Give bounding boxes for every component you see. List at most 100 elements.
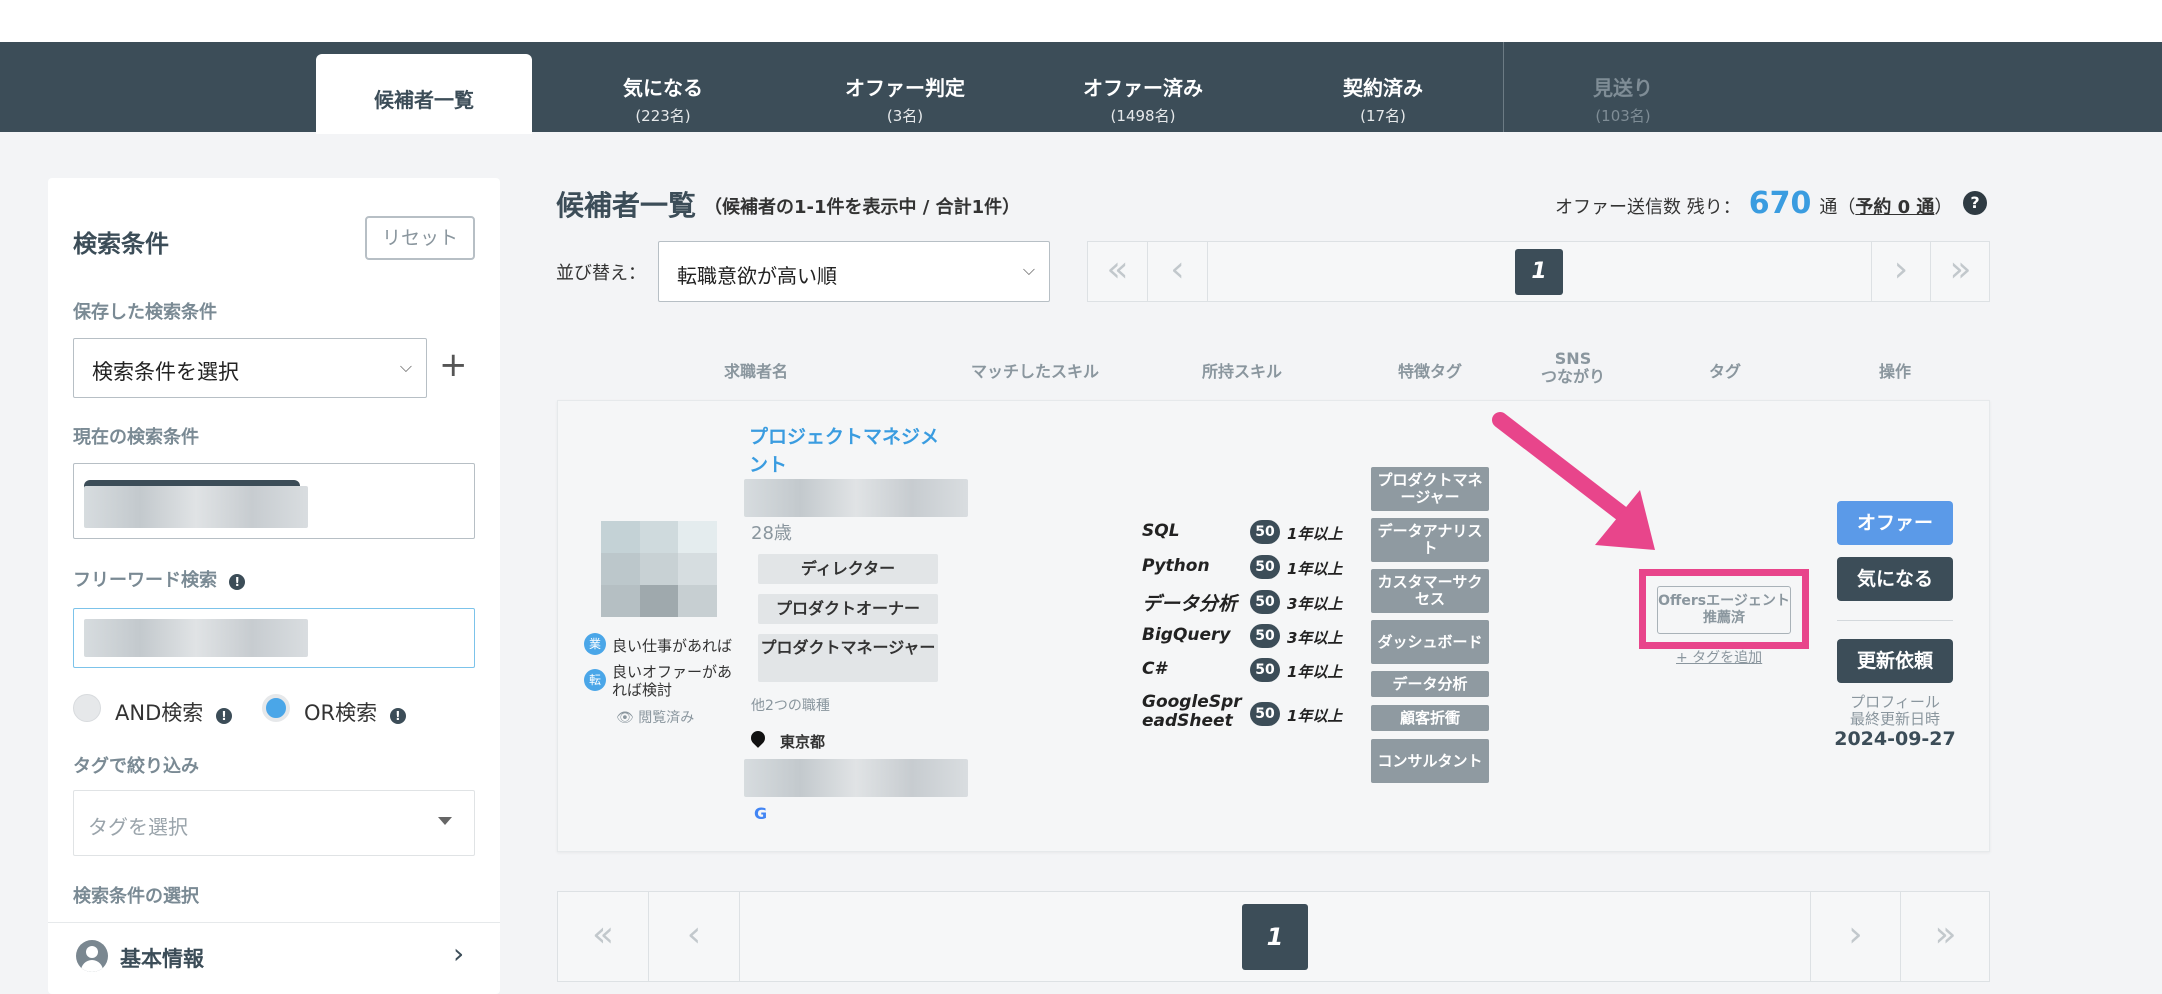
- or-label-text: OR検索: [304, 701, 378, 725]
- paren-close: ）: [1934, 197, 1953, 218]
- prev-page-icon[interactable]: ‹: [649, 892, 740, 981]
- tag-select[interactable]: タグを選択: [73, 790, 475, 856]
- skill-years: 1年以上: [1287, 707, 1343, 725]
- tab-label: 契約済み: [1343, 76, 1423, 100]
- tab-label: 見送り: [1593, 76, 1653, 100]
- job-tag: プロダクトオーナー: [758, 594, 938, 624]
- saved-select-value: 検索条件を選択: [92, 360, 239, 384]
- tab-label: 気になる: [623, 76, 703, 100]
- search-sidebar: 検索条件 リセット 保存した検索条件 検索条件を選択 ⌵ + 現在の検索条件 フ…: [48, 178, 500, 994]
- skill-name: データ分析: [1142, 593, 1238, 615]
- update-request-button[interactable]: 更新依頼: [1837, 639, 1953, 683]
- or-radio[interactable]: [262, 694, 290, 722]
- basic-info-section[interactable]: 基本情報 ›: [48, 923, 500, 993]
- and-label: AND検索 !: [115, 697, 232, 727]
- info-icon[interactable]: !: [229, 574, 246, 590]
- add-tag-link[interactable]: + タグを追加: [1676, 647, 1762, 667]
- job-tag: ディレクター: [758, 554, 938, 584]
- next-page-icon[interactable]: ›: [1810, 892, 1901, 981]
- next-page-icon[interactable]: ›: [1871, 242, 1931, 301]
- location-pin-icon: [748, 728, 768, 748]
- tab-offer-judgement[interactable]: オファー判定 (3名): [812, 54, 998, 132]
- freeword-input[interactable]: [73, 608, 475, 668]
- agent-recommended-tag[interactable]: Offersエージェント推薦済: [1657, 586, 1791, 634]
- prev-page-icon[interactable]: ‹: [1148, 242, 1208, 301]
- tab-label: オファー済み: [1083, 76, 1203, 100]
- user-icon: [76, 940, 108, 972]
- and-label-text: AND検索: [115, 701, 204, 725]
- page-title: 候補者一覧: [556, 189, 697, 222]
- skill-years: 1年以上: [1287, 560, 1343, 578]
- skill-name: C#: [1142, 659, 1167, 679]
- redacted-detail: [744, 759, 968, 797]
- tab-label: オファー判定: [845, 76, 965, 100]
- current-conditions-label: 現在の検索条件: [73, 427, 199, 448]
- tab-declined[interactable]: 見送り (103名): [1530, 54, 1716, 132]
- tab-candidates[interactable]: 候補者一覧: [316, 54, 532, 134]
- skill-level: 50: [1250, 555, 1280, 579]
- sort-select[interactable]: 転職意欲が高い順 ⌵: [658, 241, 1050, 302]
- redacted-name: [744, 479, 968, 517]
- feature-tag: コンサルタント: [1371, 739, 1489, 783]
- or-label: OR検索 !: [304, 697, 406, 727]
- add-condition-button[interactable]: +: [439, 348, 468, 382]
- feature-tag: ダッシュボード: [1371, 620, 1489, 664]
- col-header-feature-tags: 特徴タグ: [1397, 362, 1462, 381]
- tab-interested[interactable]: 気になる (223名): [570, 54, 756, 132]
- change-status-icon: 転: [584, 669, 606, 691]
- tab-count: (17名): [1360, 107, 1406, 125]
- help-icon[interactable]: ?: [1963, 191, 1987, 215]
- offer-unit: 通: [1819, 197, 1838, 218]
- first-page-icon[interactable]: «: [1088, 242, 1148, 301]
- info-icon[interactable]: !: [389, 708, 406, 724]
- last-page-icon[interactable]: »: [1901, 892, 1990, 981]
- tab-count: (103名): [1595, 107, 1651, 125]
- col-header-tag: タグ: [1708, 362, 1741, 381]
- tag-select-placeholder: タグを選択: [88, 815, 188, 839]
- offer-count: 670: [1748, 186, 1812, 221]
- last-page-icon[interactable]: »: [1931, 242, 1990, 301]
- basic-info-label: 基本情報: [120, 947, 204, 971]
- eye-icon: 👁: [616, 710, 634, 726]
- info-icon[interactable]: !: [215, 708, 232, 724]
- skill-years: 3年以上: [1287, 595, 1343, 613]
- offer-remaining: オファー送信数 残り： 670 通 （ 予約 0 通 ）: [1555, 186, 1952, 226]
- tag-filter-label: タグで絞り込み: [73, 756, 199, 777]
- saved-conditions-label: 保存した検索条件: [73, 302, 217, 323]
- tab-label: 候補者一覧: [374, 88, 474, 112]
- paren-open: （: [1837, 197, 1856, 218]
- annotation-arrow-icon: [1492, 412, 1655, 550]
- first-page-icon[interactable]: «: [558, 892, 649, 981]
- freeword-label: フリーワード検索 !: [73, 566, 246, 592]
- page-current[interactable]: 1: [1242, 904, 1308, 970]
- redacted-block: [84, 619, 308, 657]
- feature-tag: データアナリスト: [1371, 518, 1489, 562]
- saved-conditions-select[interactable]: 検索条件を選択 ⌵: [73, 338, 427, 398]
- page-current[interactable]: 1: [1515, 249, 1563, 295]
- tab-contracted[interactable]: 契約済み (17名): [1290, 54, 1476, 132]
- viewed-indicator: 👁 閲覧済み: [616, 707, 694, 727]
- candidate-card[interactable]: 業 良い仕事があれば 転 良いオファーがあれば検討 👁 閲覧済み プロジェクトマ…: [557, 400, 1990, 852]
- offer-button[interactable]: オファー: [1837, 501, 1953, 545]
- tab-offered[interactable]: オファー済み (1498名): [1050, 54, 1236, 132]
- candidate-job-title-link[interactable]: プロジェクトマネジメント: [749, 423, 939, 479]
- and-radio[interactable]: [73, 694, 101, 722]
- skill-years: 3年以上: [1287, 629, 1343, 647]
- nav-divider: [1503, 42, 1504, 132]
- candidate-location: 東京都: [780, 733, 826, 751]
- offer-prefix: オファー送信数 残り：: [1555, 197, 1741, 218]
- chevron-down-icon: ⌵: [1022, 260, 1035, 279]
- job-status-icon: 業: [584, 633, 606, 655]
- divider: [1837, 620, 1953, 621]
- tab-count: (1498名): [1110, 107, 1176, 125]
- redacted-block: [84, 486, 308, 528]
- reserve-link[interactable]: 予約 0 通: [1855, 193, 1934, 219]
- tab-count: (3名): [886, 107, 924, 125]
- reset-button[interactable]: リセット: [365, 216, 475, 260]
- skill-name: BigQuery: [1142, 625, 1231, 645]
- skill-years: 1年以上: [1287, 525, 1343, 543]
- interested-button[interactable]: 気になる: [1837, 557, 1953, 601]
- sort-label: 並び替え：: [556, 263, 646, 284]
- change-status-text: 良いオファーがあれば検討: [612, 663, 733, 699]
- profile-updated-label: プロフィール 最終更新日時: [1849, 693, 1940, 728]
